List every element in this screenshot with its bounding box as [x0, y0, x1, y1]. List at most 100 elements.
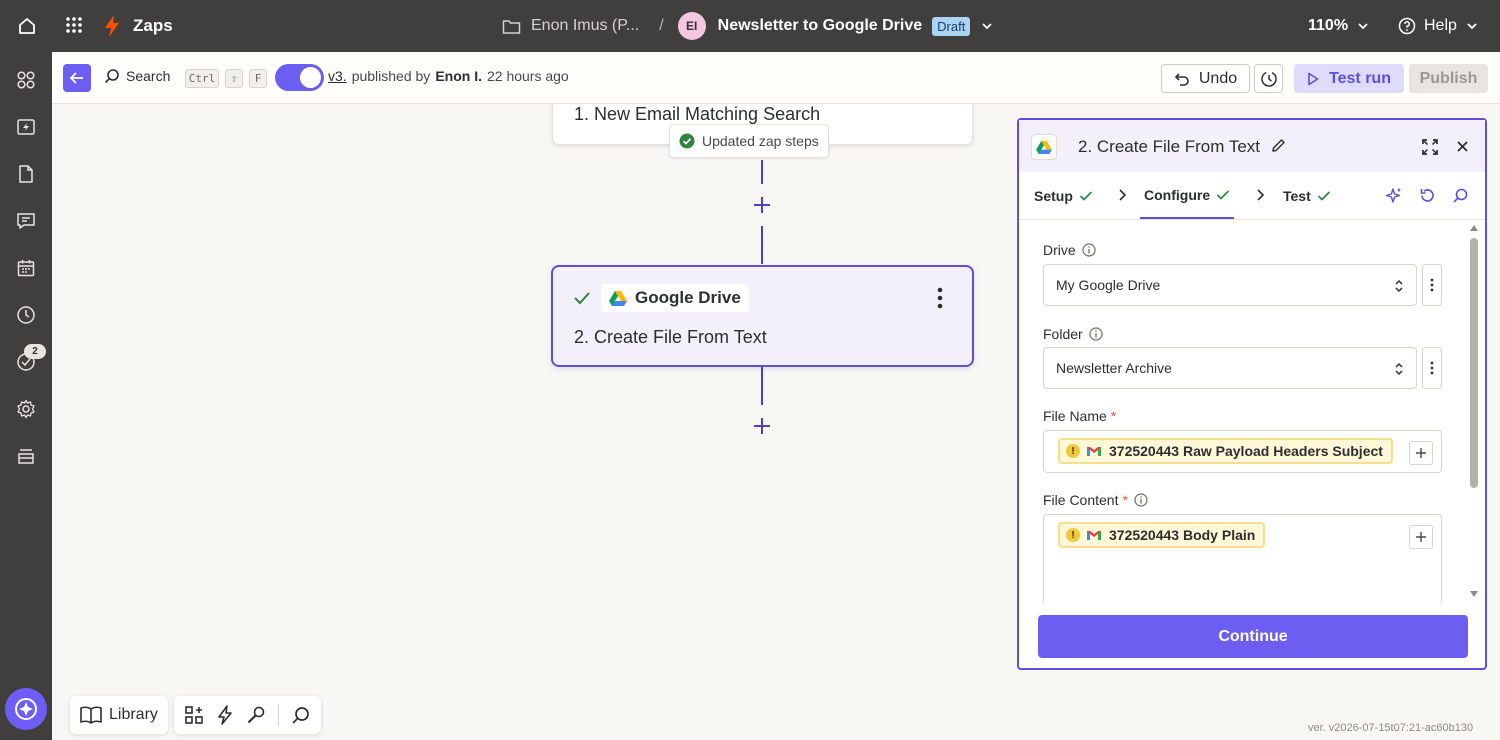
panel-scrollbar[interactable]: [1467, 224, 1483, 602]
add-app-button[interactable]: [184, 705, 204, 725]
back-button[interactable]: [63, 64, 91, 92]
mapped-field-pill[interactable]: ! 372520443 Raw Payload Headers Subject: [1058, 438, 1393, 464]
sparkle-icon: [1385, 188, 1401, 203]
publish-label: Publish: [1419, 69, 1478, 87]
library-button[interactable]: Library: [70, 696, 168, 734]
label-text: File Name: [1043, 408, 1107, 424]
kebab-menu-icon: [1430, 361, 1434, 375]
app-switcher-button[interactable]: [64, 15, 84, 35]
chevron-right-icon: [1257, 189, 1265, 201]
file-content-field[interactable]: ! 372520443 Body Plain: [1043, 514, 1442, 603]
tab-configure[interactable]: Configure: [1140, 172, 1235, 219]
gmail-icon: [1087, 531, 1101, 540]
home-icon: [18, 17, 35, 34]
app-icon-box: [1031, 134, 1057, 160]
folder-options-button[interactable]: [1422, 347, 1442, 389]
check-icon: [1317, 190, 1330, 201]
toggle-knob: [300, 67, 321, 88]
history-icon: [1260, 70, 1277, 87]
mapped-field-pill[interactable]: ! 372520443 Body Plain: [1058, 522, 1266, 548]
copilot-button[interactable]: [5, 688, 47, 730]
sidebar-item-zaps[interactable]: [14, 115, 38, 139]
info-icon[interactable]: [1134, 493, 1148, 507]
zap-on-toggle[interactable]: [275, 64, 324, 91]
version-history-button[interactable]: [1254, 64, 1283, 93]
action-step-card[interactable]: Google Drive 2. Create File From Text: [551, 265, 974, 367]
tab-setup[interactable]: Setup: [1034, 172, 1093, 219]
step-menu-button[interactable]: [937, 287, 943, 309]
panel-search-button[interactable]: [1452, 187, 1469, 204]
drive-options-button[interactable]: [1422, 264, 1442, 306]
add-step-button[interactable]: [752, 195, 772, 215]
sidebar-item-interfaces[interactable]: [14, 209, 38, 233]
label-text: File Content: [1043, 492, 1119, 508]
shortcut-key-ctrl: Ctrl: [185, 69, 219, 88]
drive-select[interactable]: My Google Drive: [1043, 264, 1417, 306]
add-step-button[interactable]: [752, 416, 772, 436]
step-title: 1. New Email Matching Search: [574, 104, 821, 124]
select-arrows-icon: [1395, 279, 1403, 293]
shortcut-key-f: F: [249, 69, 267, 88]
play-icon: [1308, 72, 1319, 85]
info-icon[interactable]: [1082, 243, 1096, 257]
test-run-button[interactable]: Test run: [1294, 64, 1404, 93]
step-title: 2. Create File From Text: [574, 327, 767, 347]
info-icon[interactable]: [1089, 327, 1103, 341]
folder-link[interactable]: Enon Imus (P...: [531, 17, 639, 35]
sidebar-item-settings[interactable]: [14, 397, 38, 421]
continue-button[interactable]: Continue: [1038, 615, 1468, 658]
connector-line: [761, 226, 763, 264]
kebab-menu-icon: [1430, 278, 1434, 292]
expand-panel-button[interactable]: [1421, 138, 1439, 156]
sidebar-item-history[interactable]: [14, 303, 38, 327]
pencil-icon: [1272, 139, 1285, 152]
kebab-menu-icon: [937, 287, 943, 309]
warning-icon: !: [1066, 528, 1080, 542]
file-name-field[interactable]: ! 372520443 Raw Payload Headers Subject: [1043, 430, 1442, 473]
insert-data-button[interactable]: [1409, 525, 1433, 549]
label-text: Drive: [1043, 242, 1076, 258]
tab-label: Configure: [1144, 186, 1211, 203]
refresh-button[interactable]: [1419, 187, 1436, 204]
calendar-icon: [17, 260, 35, 277]
check-circle-icon: [679, 133, 695, 149]
drive-value: My Google Drive: [1056, 277, 1161, 293]
close-panel-button[interactable]: [1456, 140, 1469, 153]
undo-button[interactable]: Undo: [1161, 64, 1250, 93]
trigger-button[interactable]: [216, 705, 234, 725]
panel-title[interactable]: 2. Create File From Text: [1078, 137, 1260, 157]
chatbot-icon: [17, 213, 35, 229]
google-drive-icon: [609, 291, 627, 306]
version-link[interactable]: v3.: [328, 68, 347, 84]
app-name[interactable]: Zaps: [133, 16, 173, 36]
scrollbar-thumb[interactable]: [1470, 238, 1478, 488]
bolt-icon: [218, 705, 232, 725]
drive-label: Drive: [1043, 242, 1096, 258]
sidebar-item-calendar[interactable]: [14, 256, 38, 280]
plus-icon: [1416, 448, 1426, 458]
publish-button[interactable]: Publish: [1409, 64, 1488, 93]
undo-label: Undo: [1198, 69, 1238, 87]
left-sidebar: 2: [0, 52, 52, 740]
home-button[interactable]: [13, 12, 40, 39]
tools-button[interactable]: [246, 705, 266, 725]
scroll-down-icon: [1470, 591, 1478, 597]
zap-title[interactable]: Newsletter to Google Drive: [718, 17, 923, 35]
status-badge: Draft: [932, 16, 971, 36]
folder-select[interactable]: Newsletter Archive: [1043, 347, 1417, 389]
zap-menu-button[interactable]: [980, 19, 994, 33]
rename-step-button[interactable]: [1271, 138, 1286, 153]
pill-text: 372520443 Raw Payload Headers Subject: [1109, 443, 1383, 459]
insert-data-button[interactable]: [1409, 441, 1433, 465]
help-menu[interactable]: Help: [1398, 0, 1479, 52]
sidebar-item-apps[interactable]: [14, 68, 38, 92]
sidebar-item-tables[interactable]: [14, 162, 38, 186]
sidebar-item-more[interactable]: [14, 444, 38, 468]
canvas-bottom-bar: Library: [70, 696, 321, 734]
search-label: Search: [126, 68, 171, 84]
ai-assist-button[interactable]: [1385, 187, 1403, 205]
zoom-select[interactable]: 110%: [1308, 0, 1370, 52]
search-button[interactable]: Search: [104, 68, 170, 84]
tab-test[interactable]: Test: [1283, 172, 1331, 219]
canvas-search-button[interactable]: [291, 705, 311, 725]
